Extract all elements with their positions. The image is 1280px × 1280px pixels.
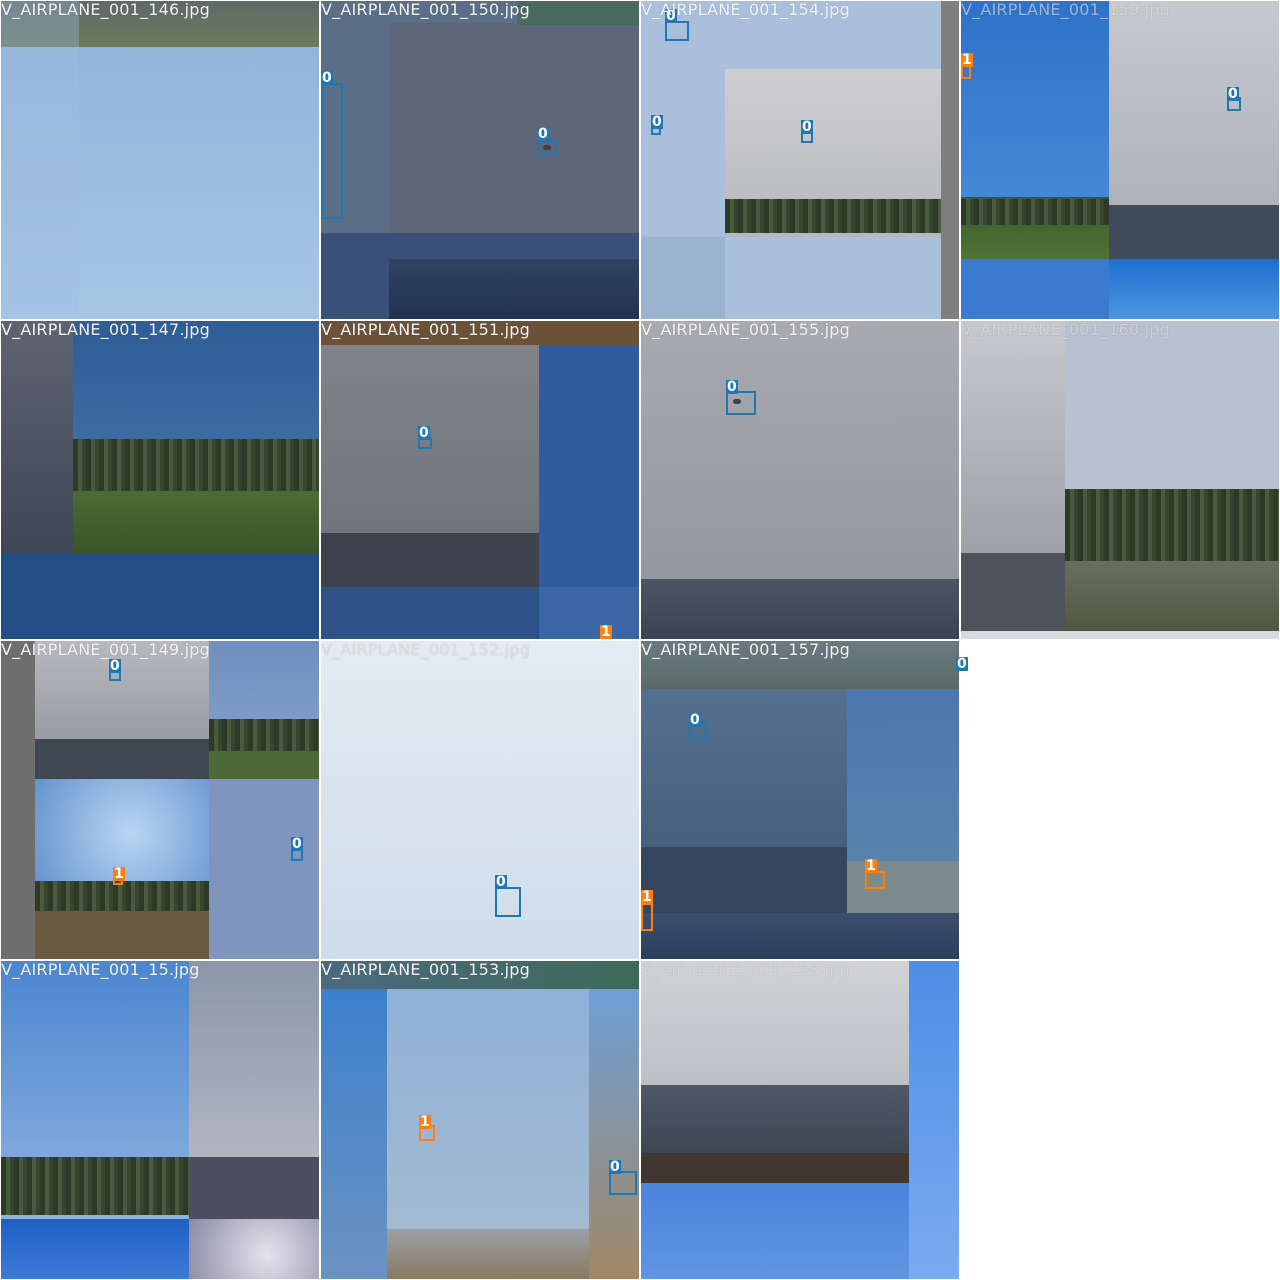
- tile-filename: V_AIRPLANE_001_146.jpg: [1, 1, 211, 19]
- class-label: 0: [321, 70, 333, 86]
- mosaic-patch: [189, 1219, 319, 1279]
- tile-filename: V_AIRPLANE_001_152.jpg: [321, 641, 531, 659]
- mosaic-patch: [389, 23, 639, 233]
- meadow: [73, 491, 319, 553]
- class-label: 1: [865, 858, 877, 874]
- class-label: 1: [641, 889, 653, 905]
- image-tile: V_AIRPLANE_001_158.jpg: [641, 961, 959, 1279]
- class-label: 0: [801, 119, 813, 135]
- hills: [35, 739, 209, 779]
- mosaic-patch: [209, 779, 319, 959]
- class-label: 0: [109, 658, 121, 674]
- treeline: [961, 199, 1109, 225]
- class-label: 0: [689, 712, 701, 728]
- hills: [189, 1157, 319, 1219]
- mosaic-patch: [641, 237, 725, 319]
- class-label: 1: [961, 52, 973, 68]
- tile-filename: V_AIRPLANE_001_154.jpg: [641, 1, 851, 19]
- mosaic-patch: [539, 587, 639, 639]
- image-tile: V_AIRPLANE_001_146.jpg: [1, 1, 319, 319]
- class-label: 0: [418, 425, 430, 441]
- detection-box: [495, 887, 521, 917]
- image-tile: 0 0 V_AIRPLANE_001_150.jpg: [321, 1, 639, 319]
- tile-filename: V_AIRPLANE_001_160.jpg: [961, 321, 1171, 339]
- class-label: 0: [726, 379, 738, 395]
- image-tile: V_AIRPLANE_001_15.jpg: [1, 961, 319, 1279]
- mosaic-patch: [321, 989, 387, 1279]
- class-label: 1: [600, 624, 612, 639]
- mosaic-patch: [1, 641, 35, 959]
- hills: [389, 259, 639, 319]
- detection-box: [665, 21, 689, 41]
- class-label: 0: [537, 126, 549, 142]
- landscape-strip: [641, 913, 959, 959]
- hills: [1109, 205, 1279, 259]
- treeline: [1, 1157, 189, 1215]
- field: [641, 1153, 909, 1183]
- image-tile: V_AIRPLANE_001_160.jpg: [961, 321, 1279, 639]
- meadow: [209, 751, 319, 779]
- sky-region: [321, 641, 639, 959]
- mosaic-patch: [641, 1183, 909, 1279]
- field: [35, 911, 209, 959]
- mosaic-patch: [961, 259, 1109, 319]
- mosaic-patch: [589, 989, 639, 1279]
- tile-filename: V_AIRPLANE_001_159.jpg: [961, 1, 1171, 19]
- class-label: 0: [291, 836, 303, 852]
- hills: [641, 1085, 909, 1153]
- field: [847, 861, 959, 913]
- treeline: [209, 719, 319, 751]
- treeline: [73, 439, 319, 491]
- image-tile: 0 0 0 V_AIRPLANE_001_154.jpg: [641, 1, 959, 319]
- image-tile: 1 0 V_AIRPLANE_001_153.jpg: [321, 961, 639, 1279]
- class-label: 0: [651, 114, 663, 130]
- mosaic-patch: [517, 1, 639, 25]
- tile-filename: V_AIRPLANE_001_149.jpg: [1, 641, 211, 659]
- hills: [321, 533, 539, 587]
- mosaic-patch: [941, 1, 959, 319]
- meadow: [1065, 561, 1279, 631]
- mosaic-patch: [961, 631, 1279, 639]
- image-tile: 0 1 V_AIRPLANE_001_151.jpg: [321, 321, 639, 639]
- tile-filename: V_AIRPLANE_001_151.jpg: [321, 321, 531, 339]
- mosaic-patch: [1, 1, 79, 319]
- tile-filename: V_AIRPLANE_001_147.jpg: [1, 321, 211, 339]
- mosaic-patch: [1, 321, 73, 553]
- hills: [641, 847, 847, 913]
- tile-filename: V_AIRPLANE_001_153.jpg: [321, 961, 531, 979]
- sky-clouds: [1109, 259, 1279, 319]
- treeline: [725, 199, 943, 233]
- mosaic-patch: [1, 1219, 189, 1279]
- class-label: 0: [956, 656, 968, 672]
- class-label: 0: [1227, 86, 1239, 102]
- hills: [641, 579, 959, 639]
- field: [387, 1229, 589, 1279]
- tile-filename: V_AIRPLANE_001_157.jpg: [641, 641, 851, 659]
- class-label: 1: [419, 1114, 431, 1130]
- mosaic-patch: [1, 553, 319, 639]
- mosaic-patch: [321, 587, 539, 639]
- image-mosaic: V_AIRPLANE_001_146.jpg 0 0 V_AIRPLANE_00…: [0, 0, 1280, 1280]
- tile-filename: V_AIRPLANE_001_150.jpg: [321, 1, 531, 19]
- image-tile: 0 1 1 V_AIRPLANE_001_157.jpg: [641, 641, 959, 959]
- treeline: [1065, 489, 1279, 561]
- image-tile: 0 V_AIRPLANE_001_155.jpg: [641, 321, 959, 639]
- image-tile: V_AIRPLANE_001_147.jpg: [1, 321, 319, 639]
- image-tile: 1 0 V_AIRPLANE_001_159.jpg: [961, 1, 1279, 319]
- image-tile: 0 V_AIRPLANE_001_152.jpg: [321, 641, 639, 959]
- image-tile: 0 1 0 V_AIRPLANE_001_149.jpg: [1, 641, 319, 959]
- detection-box: [641, 903, 653, 931]
- detection-box: [321, 83, 343, 219]
- class-label: 0: [495, 874, 507, 890]
- tile-filename: V_AIRPLANE_001_155.jpg: [641, 321, 851, 339]
- class-label: 0: [609, 1159, 621, 1175]
- class-label: 1: [113, 866, 125, 882]
- tile-filename: V_AIRPLANE_001_158.jpg: [641, 961, 851, 979]
- mosaic-patch: [909, 961, 959, 1279]
- hills: [961, 553, 1065, 631]
- tile-filename: V_AIRPLANE_001_15.jpg: [1, 961, 200, 979]
